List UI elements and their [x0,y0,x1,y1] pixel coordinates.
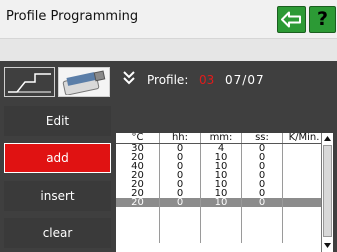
table-cell [282,189,321,198]
add-button[interactable]: add [4,143,111,173]
profile-graph-button[interactable] [4,67,55,97]
table-scrollbar[interactable] [321,133,333,252]
table-cell [200,234,242,243]
chevron-down-icon[interactable] [119,68,139,88]
page-title: Profile Programming [6,9,139,24]
table-empty-row[interactable] [116,234,321,243]
table-cell [159,234,201,243]
edit-button[interactable]: Edit [4,106,111,136]
spacer-bar [0,39,337,61]
insert-button[interactable]: insert [4,181,111,211]
col-header-minutes: mm: [200,133,242,144]
back-button[interactable] [277,6,306,33]
usb-stick-icon [62,70,106,95]
col-header-rate: K/Min. [282,133,321,144]
table-cell [282,171,321,180]
table-cell [241,234,283,243]
clear-button[interactable]: clear [4,218,111,248]
scroll-thumb[interactable] [323,145,332,237]
help-button[interactable]: ? [309,6,336,33]
table-header-row: °C hh: mm: ss: K/Min. [116,133,321,144]
col-header-seconds: ss: [241,133,283,144]
table-cell [282,234,321,243]
table-cell [282,143,321,153]
scroll-up-icon[interactable] [323,134,332,144]
col-header-temp: °C [116,133,160,144]
table-cell [282,162,321,171]
table-cell [282,153,321,162]
profile-steps-table[interactable]: °C hh: mm: ss: K/Min. 30 0 4 0 20 0 10 0 40 0 10 0 2… [116,133,321,252]
col-header-hours: hh: [159,133,201,144]
profile-label: Profile: [147,73,189,87]
usb-button[interactable] [58,67,110,97]
profile-number: 03 [199,73,215,87]
title-bar: Profile Programming ? [0,0,337,39]
scroll-down-icon[interactable] [323,240,332,250]
table-cell [282,180,321,189]
profile-position: 07/07 [225,73,265,87]
back-arrow-icon [281,11,301,28]
table-cell [116,234,160,243]
profile-graph-icon [8,73,51,93]
